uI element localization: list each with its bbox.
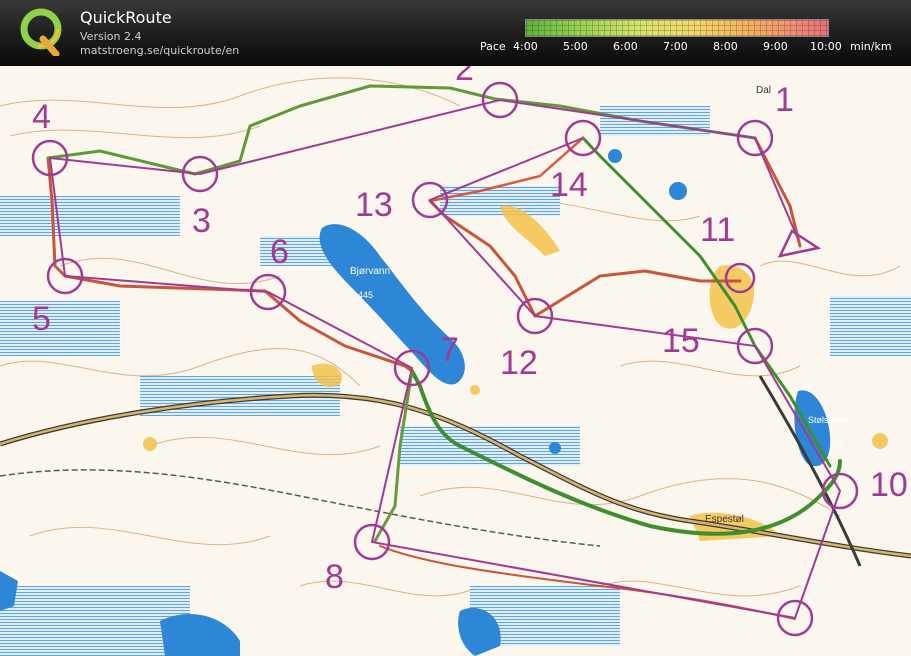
pace-tick: 7:00 <box>663 40 688 53</box>
control-label: 5 <box>32 300 51 338</box>
control-label: 11 <box>700 211 735 249</box>
control-label: 3 <box>192 202 211 240</box>
header-bar: QuickRoute Version 2.4 matstroeng.se/qui… <box>0 0 911 66</box>
pace-tick: 6:00 <box>613 40 638 53</box>
quickroute-window: QuickRoute Version 2.4 matstroeng.se/qui… <box>0 0 911 656</box>
app-title: QuickRoute <box>80 8 172 27</box>
pace-tick: 9:00 <box>763 40 788 53</box>
control-label: 13 <box>355 186 393 224</box>
control-label: 14 <box>550 166 588 204</box>
app-url[interactable]: matstroeng.se/quickroute/en <box>80 44 239 57</box>
place-name: Stølsvann <box>808 415 848 425</box>
control-label: 2 <box>455 66 474 88</box>
pace-tick: 10:00 <box>810 40 842 53</box>
place-name: Dal <box>756 85 771 96</box>
pace-label: Pace <box>480 40 506 53</box>
quickroute-logo-icon <box>20 8 62 56</box>
control-label: 10 <box>870 466 908 504</box>
control-label: 4 <box>32 98 51 136</box>
control-label: 12 <box>500 344 538 382</box>
pace-tick: 5:00 <box>563 40 588 53</box>
pace-color-scale <box>525 19 829 37</box>
place-name: 445 <box>358 290 373 300</box>
orienteering-map[interactable]: 1 2 3 4 5 6 7 8 10 11 12 13 14 15 Bjørva… <box>0 66 911 656</box>
control-label: 7 <box>440 331 459 369</box>
control-label: 8 <box>325 558 344 596</box>
control-label: 15 <box>662 322 700 360</box>
pace-tick: 4:00 <box>513 40 538 53</box>
control-label: 1 <box>775 81 794 119</box>
place-name: Bjørvann <box>350 266 390 277</box>
pace-tick: 8:00 <box>713 40 738 53</box>
pace-unit: min/km <box>850 40 892 53</box>
map-canvas[interactable]: 1 2 3 4 5 6 7 8 10 11 12 13 14 15 Bjørva… <box>0 66 911 656</box>
control-label: 6 <box>270 233 289 271</box>
place-name: Espestøl <box>705 514 744 525</box>
app-version: Version 2.4 <box>80 30 142 43</box>
place-name: 261 <box>830 440 845 450</box>
